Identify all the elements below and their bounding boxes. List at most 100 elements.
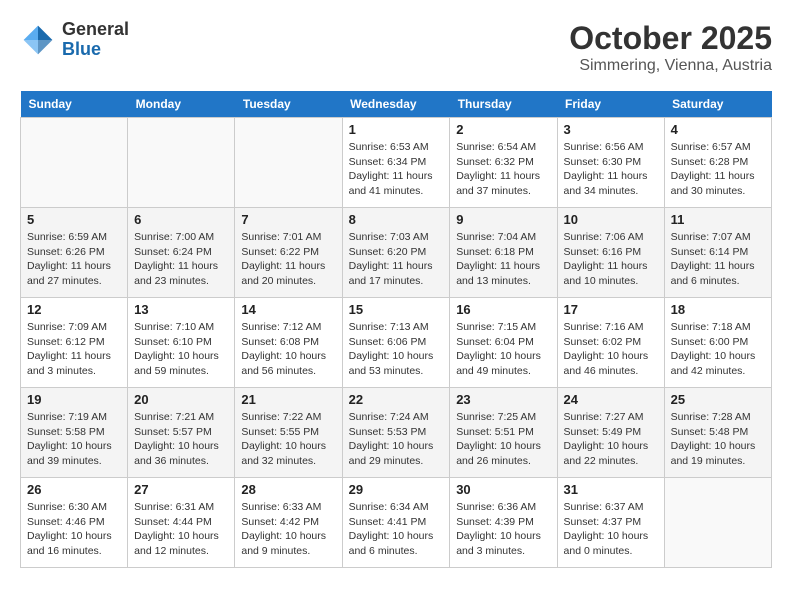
calendar-cell: 15Sunrise: 7:13 AM Sunset: 6:06 PM Dayli… bbox=[342, 298, 450, 388]
day-number: 24 bbox=[564, 392, 658, 407]
day-info: Sunrise: 6:54 AM Sunset: 6:32 PM Dayligh… bbox=[456, 140, 550, 199]
logo-general: General bbox=[62, 19, 129, 39]
day-number: 2 bbox=[456, 122, 550, 137]
day-number: 14 bbox=[241, 302, 335, 317]
day-number: 21 bbox=[241, 392, 335, 407]
day-number: 8 bbox=[349, 212, 444, 227]
weekday-header-thursday: Thursday bbox=[450, 91, 557, 118]
day-number: 7 bbox=[241, 212, 335, 227]
logo-icon bbox=[20, 22, 56, 58]
calendar-cell: 22 Sunrise: 7:24 AM Sunset: 5:53 PM Dayli… bbox=[342, 388, 450, 478]
day-info: Sunrise: 6:36 AM Sunset: 4:39 PM Dayligh… bbox=[456, 500, 550, 559]
calendar-cell: 13 Sunrise: 7:10 AM Sunset: 6:10 PM Dayli… bbox=[128, 298, 235, 388]
day-number: 30 bbox=[456, 482, 550, 497]
calendar-table: SundayMondayTuesdayWednesdayThursdayFrid… bbox=[20, 91, 772, 568]
day-info: Sunrise: 7:10 AM Sunset: 6:10 PM Dayligh… bbox=[134, 320, 228, 379]
day-info: Sunrise: 7:00 AM Sunset: 6:24 PM Dayligh… bbox=[134, 230, 228, 289]
logo-blue: Blue bbox=[62, 39, 101, 59]
day-number: 23 bbox=[456, 392, 550, 407]
calendar-week-row: 26 Sunrise: 6:30 AM Sunset: 4:46 PM Dayli… bbox=[21, 478, 772, 568]
day-info: Sunrise: 7:01 AM Sunset: 6:22 PM Dayligh… bbox=[241, 230, 335, 289]
calendar-cell: 21 Sunrise: 7:22 AM Sunset: 5:55 PM Dayli… bbox=[235, 388, 342, 478]
day-number: 9 bbox=[456, 212, 550, 227]
calendar-cell: 8 Sunrise: 7:03 AM Sunset: 6:20 PM Daylig… bbox=[342, 208, 450, 298]
calendar-week-row: 1 Sunrise: 6:53 AM Sunset: 6:34 PM Daylig… bbox=[21, 118, 772, 208]
day-info: Sunrise: 6:31 AM Sunset: 4:44 PM Dayligh… bbox=[134, 500, 228, 559]
day-info: Sunrise: 7:13 AM Sunset: 6:06 PM Dayligh… bbox=[349, 320, 444, 379]
title-block: October 2025 Simmering, Vienna, Austria bbox=[569, 20, 772, 75]
day-info: Sunrise: 6:33 AM Sunset: 4:42 PM Dayligh… bbox=[241, 500, 335, 559]
weekday-header-saturday: Saturday bbox=[664, 91, 771, 118]
day-info: Sunrise: 7:15 AM Sunset: 6:04 PM Dayligh… bbox=[456, 320, 550, 379]
calendar-cell bbox=[128, 118, 235, 208]
weekday-header-row: SundayMondayTuesdayWednesdayThursdayFrid… bbox=[21, 91, 772, 118]
day-number: 18 bbox=[671, 302, 765, 317]
day-number: 17 bbox=[564, 302, 658, 317]
calendar-cell: 17Sunrise: 7:16 AM Sunset: 6:02 PM Dayli… bbox=[557, 298, 664, 388]
calendar-cell: 3Sunrise: 6:56 AM Sunset: 6:30 PM Daylig… bbox=[557, 118, 664, 208]
day-number: 13 bbox=[134, 302, 228, 317]
calendar-cell: 2 Sunrise: 6:54 AM Sunset: 6:32 PM Daylig… bbox=[450, 118, 557, 208]
day-info: Sunrise: 7:24 AM Sunset: 5:53 PM Dayligh… bbox=[349, 410, 444, 469]
calendar-cell: 19Sunrise: 7:19 AM Sunset: 5:58 PM Dayli… bbox=[21, 388, 128, 478]
day-number: 3 bbox=[564, 122, 658, 137]
day-info: Sunrise: 6:53 AM Sunset: 6:34 PM Dayligh… bbox=[349, 140, 444, 199]
calendar-cell: 11 Sunrise: 7:07 AM Sunset: 6:14 PM Dayli… bbox=[664, 208, 771, 298]
calendar-cell: 23 Sunrise: 7:25 AM Sunset: 5:51 PM Dayli… bbox=[450, 388, 557, 478]
day-info: Sunrise: 7:28 AM Sunset: 5:48 PM Dayligh… bbox=[671, 410, 765, 469]
day-number: 1 bbox=[349, 122, 444, 137]
calendar-cell: 20Sunrise: 7:21 AM Sunset: 5:57 PM Dayli… bbox=[128, 388, 235, 478]
day-info: Sunrise: 7:27 AM Sunset: 5:49 PM Dayligh… bbox=[564, 410, 658, 469]
day-number: 31 bbox=[564, 482, 658, 497]
day-number: 19 bbox=[27, 392, 121, 407]
day-info: Sunrise: 7:03 AM Sunset: 6:20 PM Dayligh… bbox=[349, 230, 444, 289]
day-number: 6 bbox=[134, 212, 228, 227]
day-number: 27 bbox=[134, 482, 228, 497]
day-info: Sunrise: 7:25 AM Sunset: 5:51 PM Dayligh… bbox=[456, 410, 550, 469]
day-number: 26 bbox=[27, 482, 121, 497]
weekday-header-tuesday: Tuesday bbox=[235, 91, 342, 118]
calendar-cell bbox=[664, 478, 771, 568]
weekday-header-monday: Monday bbox=[128, 91, 235, 118]
day-info: Sunrise: 7:07 AM Sunset: 6:14 PM Dayligh… bbox=[671, 230, 765, 289]
calendar-week-row: 12Sunrise: 7:09 AM Sunset: 6:12 PM Dayli… bbox=[21, 298, 772, 388]
day-number: 5 bbox=[27, 212, 121, 227]
day-number: 22 bbox=[349, 392, 444, 407]
day-number: 29 bbox=[349, 482, 444, 497]
month-title: October 2025 bbox=[569, 20, 772, 57]
day-info: Sunrise: 7:18 AM Sunset: 6:00 PM Dayligh… bbox=[671, 320, 765, 379]
day-info: Sunrise: 7:04 AM Sunset: 6:18 PM Dayligh… bbox=[456, 230, 550, 289]
day-info: Sunrise: 7:22 AM Sunset: 5:55 PM Dayligh… bbox=[241, 410, 335, 469]
day-info: Sunrise: 6:37 AM Sunset: 4:37 PM Dayligh… bbox=[564, 500, 658, 559]
calendar-cell: 16 Sunrise: 7:15 AM Sunset: 6:04 PM Dayli… bbox=[450, 298, 557, 388]
calendar-cell: 31 Sunrise: 6:37 AM Sunset: 4:37 PM Dayli… bbox=[557, 478, 664, 568]
logo-text: General Blue bbox=[62, 20, 129, 60]
day-info: Sunrise: 7:12 AM Sunset: 6:08 PM Dayligh… bbox=[241, 320, 335, 379]
day-info: Sunrise: 7:06 AM Sunset: 6:16 PM Dayligh… bbox=[564, 230, 658, 289]
calendar-cell: 12Sunrise: 7:09 AM Sunset: 6:12 PM Dayli… bbox=[21, 298, 128, 388]
day-info: Sunrise: 6:59 AM Sunset: 6:26 PM Dayligh… bbox=[27, 230, 121, 289]
day-number: 10 bbox=[564, 212, 658, 227]
calendar-cell: 28 Sunrise: 6:33 AM Sunset: 4:42 PM Dayli… bbox=[235, 478, 342, 568]
calendar-cell bbox=[235, 118, 342, 208]
day-number: 4 bbox=[671, 122, 765, 137]
calendar-cell: 26 Sunrise: 6:30 AM Sunset: 4:46 PM Dayli… bbox=[21, 478, 128, 568]
calendar-cell: 7 Sunrise: 7:01 AM Sunset: 6:22 PM Daylig… bbox=[235, 208, 342, 298]
calendar-cell: 6 Sunrise: 7:00 AM Sunset: 6:24 PM Daylig… bbox=[128, 208, 235, 298]
location-subtitle: Simmering, Vienna, Austria bbox=[569, 57, 772, 75]
day-info: Sunrise: 6:30 AM Sunset: 4:46 PM Dayligh… bbox=[27, 500, 121, 559]
calendar-cell: 9 Sunrise: 7:04 AM Sunset: 6:18 PM Daylig… bbox=[450, 208, 557, 298]
calendar-cell: 29 Sunrise: 6:34 AM Sunset: 4:41 PM Dayli… bbox=[342, 478, 450, 568]
calendar-cell: 10 Sunrise: 7:06 AM Sunset: 6:16 PM Dayli… bbox=[557, 208, 664, 298]
calendar-cell bbox=[21, 118, 128, 208]
calendar-week-row: 19Sunrise: 7:19 AM Sunset: 5:58 PM Dayli… bbox=[21, 388, 772, 478]
weekday-header-sunday: Sunday bbox=[21, 91, 128, 118]
day-info: Sunrise: 6:57 AM Sunset: 6:28 PM Dayligh… bbox=[671, 140, 765, 199]
calendar-cell: 4 Sunrise: 6:57 AM Sunset: 6:28 PM Daylig… bbox=[664, 118, 771, 208]
day-number: 16 bbox=[456, 302, 550, 317]
logo: General Blue bbox=[20, 20, 129, 60]
calendar-cell: 25Sunrise: 7:28 AM Sunset: 5:48 PM Dayli… bbox=[664, 388, 771, 478]
day-number: 11 bbox=[671, 212, 765, 227]
day-number: 28 bbox=[241, 482, 335, 497]
day-info: Sunrise: 6:34 AM Sunset: 4:41 PM Dayligh… bbox=[349, 500, 444, 559]
